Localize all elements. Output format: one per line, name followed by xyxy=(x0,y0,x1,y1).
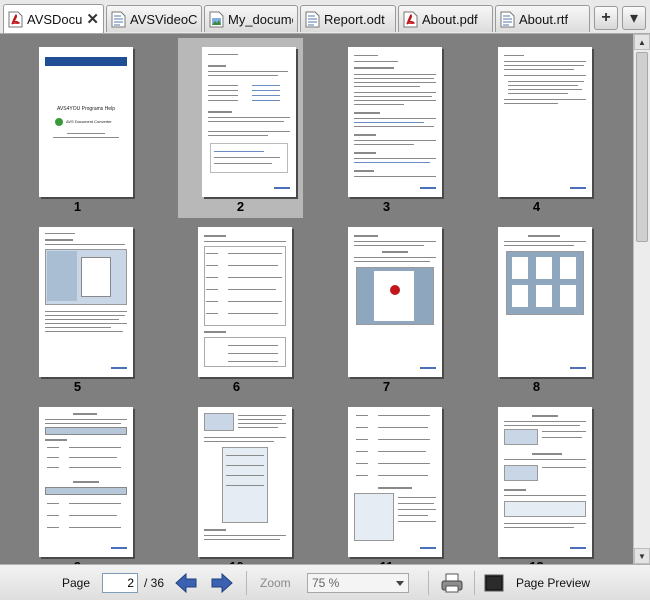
tab-label: Report.odt xyxy=(324,11,385,27)
page-thumbnail xyxy=(198,407,292,557)
thumbnail-page-12[interactable]: 12 xyxy=(474,398,599,564)
tab-bar: AVSDocu... ✕ AVSVideoCo... My_docume... … xyxy=(0,0,650,34)
scrollbar-thumb[interactable] xyxy=(636,52,648,242)
page-preview-label: Page Preview xyxy=(516,576,591,590)
chevron-down-icon xyxy=(396,581,404,586)
page-number: 7 xyxy=(382,379,391,394)
bottom-toolbar: Page / 36 Zoom 75 % Page Preview xyxy=(0,564,650,600)
next-page-button[interactable] xyxy=(210,565,234,600)
toolbar-divider xyxy=(428,571,429,595)
document-file-icon xyxy=(111,11,126,27)
thumbnail-page-7[interactable]: 7 xyxy=(324,218,449,398)
image-file-icon xyxy=(209,11,224,27)
page-thumbnail xyxy=(498,227,592,377)
close-icon[interactable]: ✕ xyxy=(86,10,99,28)
printer-icon xyxy=(441,573,463,593)
arrow-right-icon xyxy=(211,572,233,594)
scroll-down-button[interactable]: ▼ xyxy=(634,548,650,564)
tab-label: AVSVideoCo... xyxy=(130,11,197,27)
page-title: AVS4YOU Programs Help xyxy=(57,106,115,112)
toolbar-divider xyxy=(474,571,475,595)
page-number: 2 xyxy=(236,199,245,214)
thumbnail-page-2[interactable]: 2 xyxy=(178,38,303,218)
thumbnail-page-6[interactable]: 6 xyxy=(174,218,299,398)
page-number: 8 xyxy=(532,379,541,394)
vertical-scrollbar[interactable]: ▲ ▼ xyxy=(633,34,650,564)
thumbnail-page-10[interactable]: 10 xyxy=(174,398,299,564)
thumbnail-page-4[interactable]: 4 xyxy=(474,38,599,218)
tab-avsdocu[interactable]: AVSDocu... ✕ xyxy=(3,4,104,33)
page-thumbnail: AVS4YOU Programs Help AVS Document Conve… xyxy=(39,47,133,197)
page-thumbnail xyxy=(202,47,296,197)
page-number: 4 xyxy=(532,199,541,214)
page-thumbnail xyxy=(39,407,133,557)
page-thumbnail xyxy=(498,47,592,197)
thumbnail-page-8[interactable]: 8 xyxy=(474,218,599,398)
thumbnail-view: AVS4YOU Programs Help AVS Document Conve… xyxy=(0,34,633,564)
zoom-label: Zoom xyxy=(260,576,291,590)
page-thumbnail xyxy=(39,227,133,377)
page-number: 5 xyxy=(73,379,82,394)
tab-label: My_docume... xyxy=(228,11,293,27)
print-button[interactable] xyxy=(441,565,463,600)
tab-about-rtf[interactable]: About.rtf xyxy=(495,5,590,32)
tab-label: AVSDocu... xyxy=(27,11,83,27)
product-name: AVS Document Converter xyxy=(66,119,112,124)
tab-list-button[interactable]: ▾ xyxy=(622,6,646,30)
page-number: 3 xyxy=(382,199,391,214)
page-number: 6 xyxy=(232,379,241,394)
tab-report-odt[interactable]: Report.odt xyxy=(300,5,396,32)
pdf-file-icon xyxy=(403,11,418,27)
chevron-down-icon: ▾ xyxy=(629,10,639,27)
plus-icon: + xyxy=(601,9,611,26)
page-thumbnail xyxy=(198,227,292,377)
page-thumbnail xyxy=(348,407,442,557)
thumbnail-page-1[interactable]: AVS4YOU Programs Help AVS Document Conve… xyxy=(15,38,140,218)
tab-avsvideoco[interactable]: AVSVideoCo... xyxy=(106,5,202,32)
page-thumbnail xyxy=(348,47,442,197)
thumbnail-page-9[interactable]: 9 xyxy=(15,398,140,564)
page-thumbnail xyxy=(348,227,442,377)
toolbar-divider xyxy=(246,571,247,595)
pdf-file-icon xyxy=(8,11,23,27)
document-file-icon xyxy=(305,11,320,27)
tab-about-pdf[interactable]: About.pdf xyxy=(398,5,493,32)
tab-label: About.pdf xyxy=(422,11,478,27)
thumbnail-page-5[interactable]: 5 xyxy=(15,218,140,398)
thumbnail-page-11[interactable]: 11 xyxy=(324,398,449,564)
arrow-left-icon xyxy=(175,572,197,594)
zoom-select[interactable]: 75 % xyxy=(307,573,409,593)
page-label: Page xyxy=(62,576,91,590)
page-preview-icon xyxy=(484,574,504,592)
thumbnail-page-3[interactable]: 3 xyxy=(324,38,449,218)
page-thumbnail xyxy=(498,407,592,557)
page-number: 1 xyxy=(73,199,82,214)
page-preview-button[interactable]: Page Preview xyxy=(484,565,590,600)
tab-my-documents[interactable]: My_docume... xyxy=(204,5,298,32)
page-total: / 36 xyxy=(144,576,165,590)
document-file-icon xyxy=(500,11,515,27)
product-logo-icon xyxy=(55,118,63,126)
tab-label: About.rtf xyxy=(519,11,569,27)
previous-page-button[interactable] xyxy=(174,565,198,600)
page-number-input[interactable] xyxy=(102,573,138,593)
zoom-value: 75 % xyxy=(312,576,340,590)
new-tab-button[interactable]: + xyxy=(594,6,618,30)
scroll-up-button[interactable]: ▲ xyxy=(634,34,650,50)
